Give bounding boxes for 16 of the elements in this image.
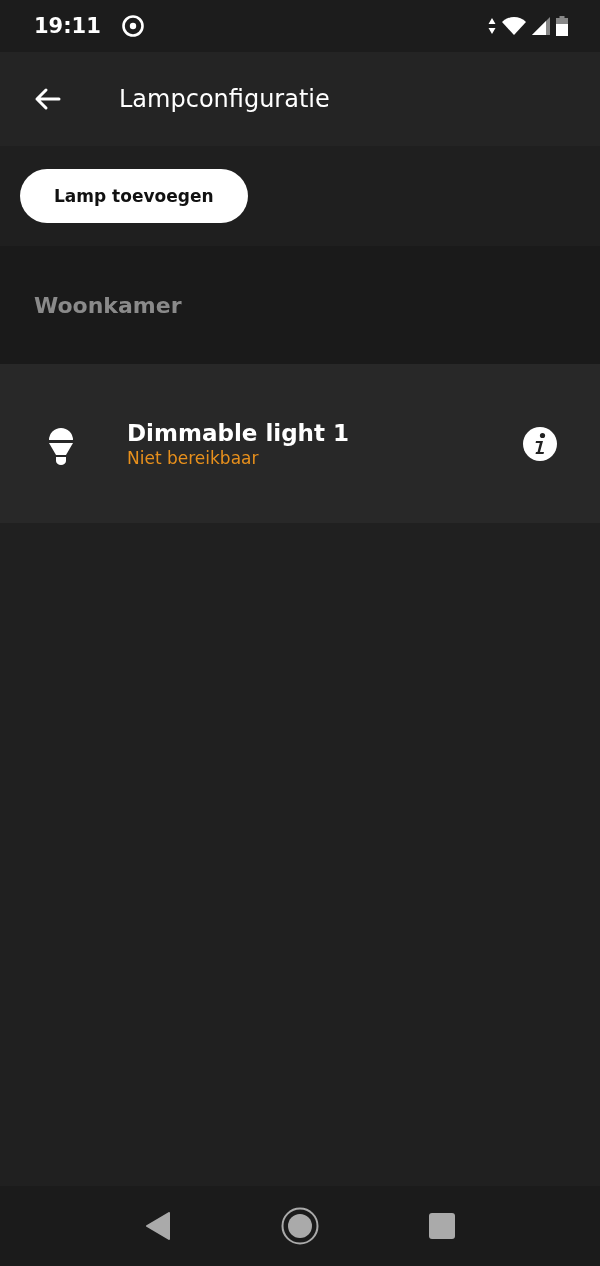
data-arrows-icon (488, 16, 496, 36)
room-name: Woonkamer (34, 292, 182, 318)
home-nav-icon[interactable] (281, 1207, 319, 1245)
status-time: 19:11 (34, 14, 101, 38)
light-status: Niet bereikbaar (127, 447, 260, 468)
back-nav-icon[interactable] (145, 1212, 171, 1240)
info-icon[interactable] (523, 426, 557, 461)
light-row[interactable]: Dimmable light 1 Niet bereikbaar (0, 364, 600, 523)
light-name: Dimmable light 1 (127, 419, 350, 446)
back-arrow-icon (33, 87, 61, 111)
add-lamp-button[interactable]: Lamp toevoegen (20, 169, 248, 223)
battery-icon (556, 16, 568, 36)
target-icon (120, 14, 145, 38)
signal-icon (532, 17, 550, 35)
wifi-icon (502, 17, 526, 35)
page-title: Lampconfiguratie (119, 85, 330, 113)
